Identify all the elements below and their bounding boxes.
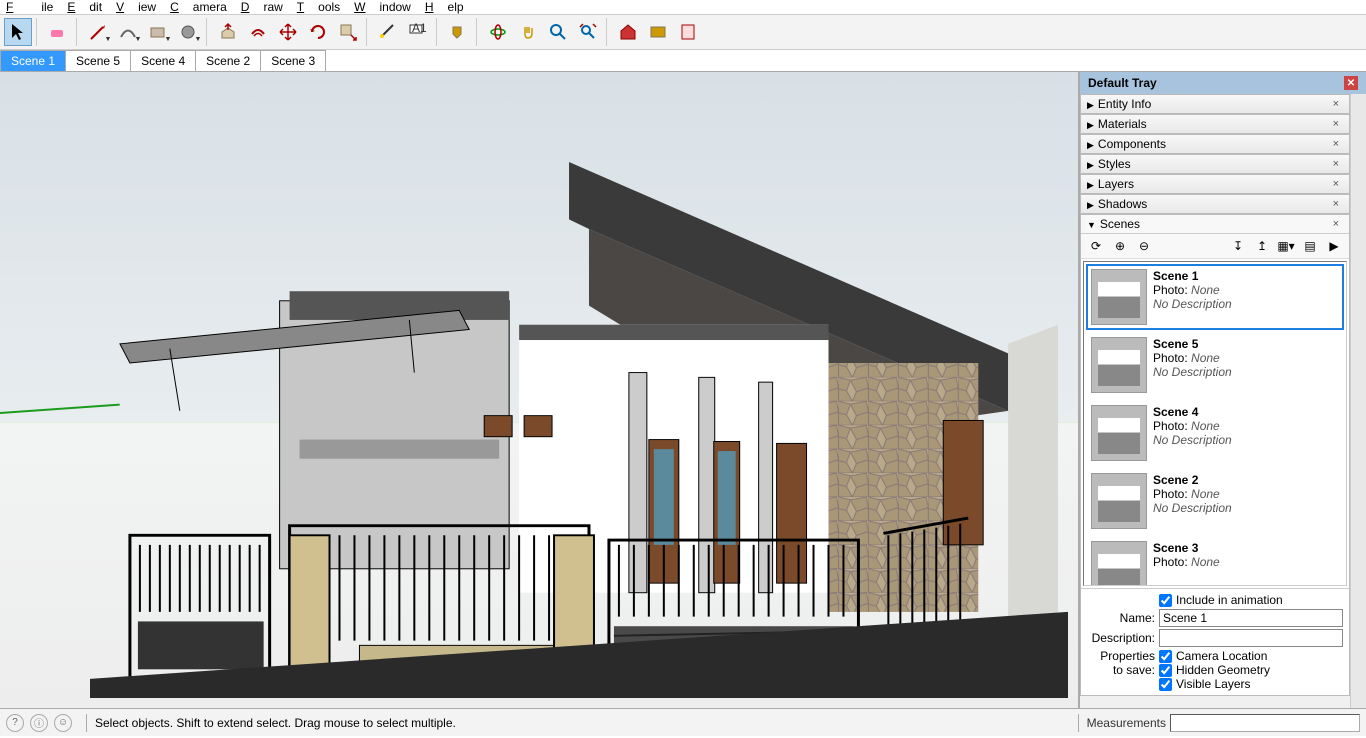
menu-draw[interactable]: Draw: [241, 0, 283, 14]
scene-thumbnail: [1091, 473, 1147, 529]
menu-view[interactable]: View: [116, 0, 156, 14]
tray-title-bar[interactable]: Default Tray ✕: [1080, 72, 1366, 94]
close-icon[interactable]: ✕: [1344, 76, 1358, 90]
scene-update-icon[interactable]: ⟳: [1087, 237, 1105, 255]
scene-details-icon[interactable]: ▤: [1301, 237, 1319, 255]
menu-edit[interactable]: Edit: [67, 0, 102, 14]
scene-list-item[interactable]: Scene 2 Photo: None No Description: [1086, 468, 1344, 534]
menu-tools[interactable]: Tools: [297, 0, 340, 14]
pushpull-tool[interactable]: [214, 18, 242, 46]
warehouse-tool[interactable]: [614, 18, 642, 46]
scene-move-down-icon[interactable]: ↧: [1229, 237, 1247, 255]
panel-entity-info[interactable]: ▶Entity Info×: [1081, 95, 1349, 113]
panel-close-icon[interactable]: ×: [1329, 198, 1343, 210]
menu-window[interactable]: Window: [354, 0, 411, 14]
pan-tool[interactable]: [514, 18, 542, 46]
scene-list-item[interactable]: Scene 5 Photo: None No Description: [1086, 332, 1344, 398]
scene-list-item[interactable]: Scene 1 Photo: None No Description: [1086, 264, 1344, 330]
svg-text:A1: A1: [412, 22, 427, 35]
scene-thumbnail: [1091, 405, 1147, 461]
geo-icon[interactable]: ?: [6, 714, 24, 732]
rectangle-tool[interactable]: ▼: [144, 18, 172, 46]
circle-tool[interactable]: ▼: [174, 18, 202, 46]
scenes-toolbar: ⟳ ⊕ ⊖ ↧ ↥ ▦▾ ▤ ▶: [1081, 234, 1349, 259]
panel-close-icon[interactable]: ×: [1329, 118, 1343, 130]
scene-name-label: Scene 1: [1153, 269, 1232, 283]
model-house: [90, 162, 1068, 698]
panel-materials[interactable]: ▶Materials×: [1081, 115, 1349, 133]
scene-thumbnail: [1091, 337, 1147, 393]
measurements-input[interactable]: [1170, 714, 1360, 732]
menu-camera[interactable]: Camera: [170, 0, 227, 14]
scene-list-item[interactable]: Scene 3 Photo: None: [1086, 536, 1344, 586]
scene-properties: Include in animation Name: Description: …: [1081, 588, 1349, 695]
scene-name-input[interactable]: [1159, 609, 1343, 627]
scene-menu-icon[interactable]: ▶: [1325, 237, 1343, 255]
menu-bar: File Edit View Camera Draw Tools Window …: [0, 0, 1366, 14]
scene-list-item[interactable]: Scene 4 Photo: None No Description: [1086, 400, 1344, 466]
status-bar: ? ⓘ ☺ Select objects. Shift to extend se…: [0, 708, 1366, 736]
panel-close-icon[interactable]: ×: [1329, 218, 1343, 230]
zoom-extents-tool[interactable]: [574, 18, 602, 46]
tray-title-label: Default Tray: [1088, 76, 1157, 90]
arc-tool[interactable]: ▼: [114, 18, 142, 46]
measurements-label: Measurements: [1087, 716, 1166, 730]
offset-tool[interactable]: [244, 18, 272, 46]
main-toolbar: ▼ ▼ ▼ ▼ A1: [0, 14, 1366, 50]
panel-components[interactable]: ▶Components×: [1081, 135, 1349, 153]
scene-tab-1[interactable]: Scene 1: [0, 50, 66, 71]
line-tool[interactable]: ▼: [84, 18, 112, 46]
panel-close-icon[interactable]: ×: [1329, 138, 1343, 150]
tape-tool[interactable]: [374, 18, 402, 46]
viewport-3d[interactable]: [0, 72, 1079, 708]
zoom-tool[interactable]: [544, 18, 572, 46]
scene-tab-5[interactable]: Scene 5: [65, 50, 131, 71]
prop-camera-checkbox[interactable]: [1159, 650, 1172, 663]
panel-close-icon[interactable]: ×: [1329, 98, 1343, 110]
scene-thumbnail: [1091, 541, 1147, 586]
orbit-tool[interactable]: [484, 18, 512, 46]
status-hint: Select objects. Shift to extend select. …: [95, 716, 1070, 730]
scene-tab-2[interactable]: Scene 2: [195, 50, 261, 71]
scene-move-up-icon[interactable]: ↥: [1253, 237, 1271, 255]
scene-desc-input[interactable]: [1159, 629, 1343, 647]
include-animation-checkbox[interactable]: [1159, 594, 1172, 607]
panel-scenes[interactable]: ▼Scenes×: [1081, 215, 1349, 233]
menu-file[interactable]: File: [6, 0, 53, 14]
scene-tab-4[interactable]: Scene 4: [130, 50, 196, 71]
extension-tool[interactable]: [644, 18, 672, 46]
scene-view-icon[interactable]: ▦▾: [1277, 237, 1295, 255]
scale-tool[interactable]: [334, 18, 362, 46]
panel-shadows[interactable]: ▶Shadows×: [1081, 195, 1349, 213]
scene-add-icon[interactable]: ⊕: [1111, 237, 1129, 255]
user-icon[interactable]: ☺: [54, 714, 72, 732]
select-tool[interactable]: [4, 18, 32, 46]
scene-list[interactable]: Scene 1 Photo: None No Description Scene…: [1083, 261, 1347, 586]
paint-tool[interactable]: [444, 18, 472, 46]
menu-help[interactable]: Help: [425, 0, 464, 14]
tray-scrollbar[interactable]: [1350, 94, 1366, 708]
credits-icon[interactable]: ⓘ: [30, 714, 48, 732]
scene-tab-3[interactable]: Scene 3: [260, 50, 326, 71]
rotate-tool[interactable]: [304, 18, 332, 46]
prop-layers-checkbox[interactable]: [1159, 678, 1172, 691]
panel-close-icon[interactable]: ×: [1329, 158, 1343, 170]
prop-hidden-checkbox[interactable]: [1159, 664, 1172, 677]
default-tray: Default Tray ✕ ▶Entity Info× ▶Materials×…: [1079, 72, 1366, 708]
scene-tabs: Scene 1 Scene 5 Scene 4 Scene 2 Scene 3: [0, 50, 1366, 72]
eraser-tool[interactable]: [44, 18, 72, 46]
layout-tool[interactable]: [674, 18, 702, 46]
panel-styles[interactable]: ▶Styles×: [1081, 155, 1349, 173]
scene-remove-icon[interactable]: ⊖: [1135, 237, 1153, 255]
text-tool[interactable]: A1: [404, 18, 432, 46]
panel-close-icon[interactable]: ×: [1329, 178, 1343, 190]
scene-thumbnail: [1091, 269, 1147, 325]
panel-layers[interactable]: ▶Layers×: [1081, 175, 1349, 193]
move-tool[interactable]: [274, 18, 302, 46]
